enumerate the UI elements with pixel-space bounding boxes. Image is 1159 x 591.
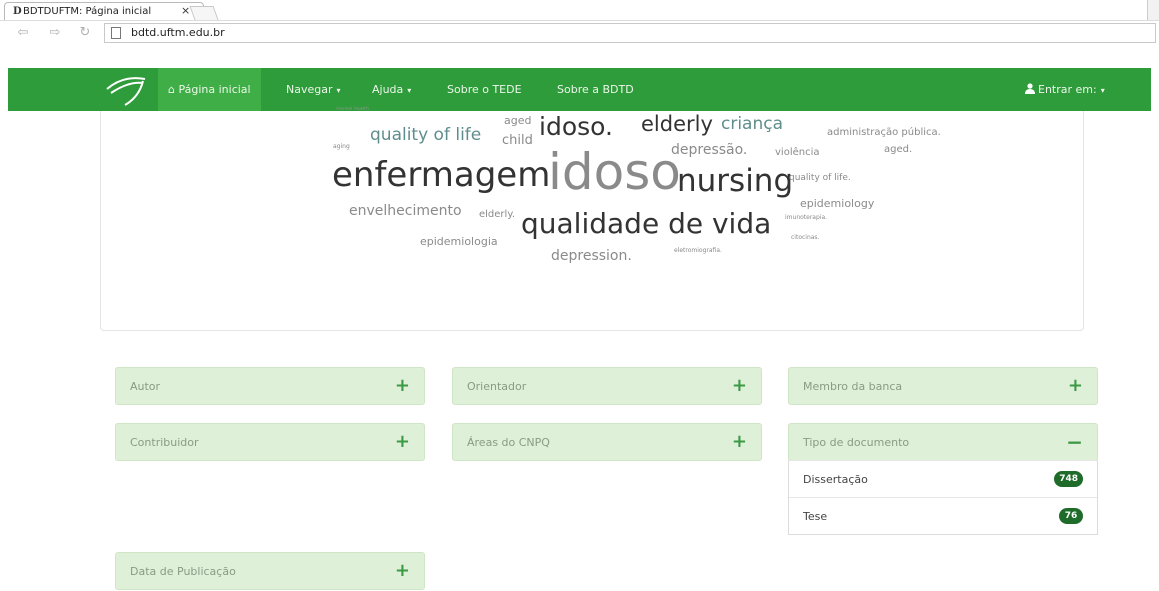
facet-label: Orientador: [467, 380, 527, 393]
window-control[interactable]: [1147, 0, 1159, 20]
back-arrow-icon[interactable]: ⇦: [14, 24, 32, 42]
site-navbar: ⌂ Página inicial Navegar ▾ Ajuda ▾ Sobre o…: [8, 68, 1151, 111]
facet-label: Data de Publicação: [130, 565, 236, 578]
chevron-down-icon: ▾: [1100, 86, 1105, 95]
facet-label: Autor: [130, 380, 161, 393]
forward-arrow-icon[interactable]: ⇨: [46, 24, 64, 42]
nav-home-label: Página inicial: [178, 83, 251, 96]
cloud-word[interactable]: eletromiografia.: [674, 248, 722, 254]
facet-tipo-documento[interactable]: Tipo de documento −: [788, 423, 1098, 461]
user-icon: [1025, 83, 1035, 94]
nav-login-dropdown[interactable]: Entrar em: ▾: [1025, 68, 1105, 111]
facet-label: Áreas do CNPQ: [467, 436, 550, 449]
count-badge: 76: [1059, 508, 1083, 524]
list-item[interactable]: Dissertação 748: [789, 460, 1097, 497]
cloud-word[interactable]: aged: [504, 115, 531, 126]
cloud-word[interactable]: administração pública.: [827, 128, 941, 138]
facet-membro-banca[interactable]: Membro da banca +: [788, 367, 1098, 405]
facet-item-label: Tese: [803, 510, 828, 523]
nav-browse-dropdown[interactable]: Navegar ▾: [286, 68, 341, 111]
new-tab-button[interactable]: [189, 6, 219, 20]
home-icon: ⌂: [168, 83, 175, 96]
cloud-word[interactable]: violência: [775, 148, 820, 158]
cloud-word[interactable]: elderly: [641, 114, 713, 135]
list-item[interactable]: Tese 76: [789, 497, 1097, 534]
cloud-word[interactable]: depressão.: [671, 143, 747, 157]
cloud-word[interactable]: child: [502, 134, 533, 147]
cloud-word[interactable]: enfermagem: [332, 158, 550, 192]
nav-browse-label: Navegar: [286, 83, 333, 96]
cloud-word[interactable]: idoso: [548, 147, 681, 197]
facet-data-publicacao[interactable]: Data de Publicação +: [115, 552, 425, 590]
expand-plus-icon[interactable]: +: [395, 375, 410, 396]
cloud-word[interactable]: envelhecimento: [349, 204, 462, 218]
nav-about-tede[interactable]: Sobre o TEDE: [447, 68, 522, 111]
cloud-word[interactable]: criança: [721, 116, 783, 133]
facet-tipo-documento-list: Dissertação 748 Tese 76: [788, 460, 1098, 535]
chevron-down-icon: ▾: [336, 86, 341, 95]
browser-tabstrip: D BDTDUFTM: Página inicial ×: [0, 0, 1159, 20]
facet-autor[interactable]: Autor +: [115, 367, 425, 405]
count-badge: 748: [1054, 471, 1083, 487]
facet-label: Contribuidor: [130, 436, 199, 449]
cloud-word[interactable]: epidemiology: [800, 198, 874, 209]
cloud-word[interactable]: aging: [333, 144, 350, 150]
address-url: bdtd.uftm.edu.br: [131, 26, 225, 39]
facet-item-label: Dissertação: [803, 473, 868, 486]
nav-home[interactable]: ⌂ Página inicial: [158, 68, 261, 111]
expand-plus-icon[interactable]: +: [732, 431, 747, 452]
expand-plus-icon[interactable]: +: [732, 375, 747, 396]
cloud-word[interactable]: elderly.: [479, 210, 515, 220]
nav-login-label: Entrar em:: [1038, 83, 1097, 96]
page-icon: [111, 27, 121, 39]
facet-areas-cnpq[interactable]: Áreas do CNPQ +: [452, 423, 762, 461]
cloud-word[interactable]: epidemiologia: [420, 236, 498, 247]
expand-plus-icon[interactable]: +: [395, 431, 410, 452]
cloud-word[interactable]: qualidade de vida: [521, 210, 771, 238]
facet-orientador[interactable]: Orientador +: [452, 367, 762, 405]
browser-tab[interactable]: D BDTDUFTM: Página inicial ×: [4, 2, 204, 20]
facet-contribuidor[interactable]: Contribuidor +: [115, 423, 425, 461]
nav-about-bdtd[interactable]: Sobre a BDTD: [557, 68, 634, 111]
facet-label: Tipo de documento: [803, 436, 910, 449]
site-logo-icon[interactable]: [103, 73, 149, 107]
cloud-word[interactable]: quality of life.: [789, 174, 851, 183]
cloud-word[interactable]: imunoterapia.: [785, 215, 827, 221]
cloud-word[interactable]: depression.: [551, 249, 632, 263]
tab-title: BDTDUFTM: Página inicial: [23, 6, 152, 17]
expand-plus-icon[interactable]: +: [1068, 375, 1083, 396]
facet-label: Membro da banca: [803, 380, 903, 393]
reload-icon[interactable]: ↻: [76, 24, 94, 42]
address-bar[interactable]: bdtd.uftm.edu.br: [104, 23, 1156, 43]
nav-help-dropdown[interactable]: Ajuda ▾: [372, 68, 411, 111]
nav-help-label: Ajuda: [372, 83, 404, 96]
cloud-word[interactable]: aged.: [884, 145, 912, 155]
browser-toolbar: ⇦ ⇨ ↻ bdtd.uftm.edu.br: [0, 20, 1159, 44]
chevron-down-icon: ▾: [407, 86, 412, 95]
expand-plus-icon[interactable]: +: [395, 560, 410, 581]
cloud-word[interactable]: quality of life: [370, 127, 481, 144]
word-cloud-panel: ᵐᵉⁿᵗᵃˡ ʰᵉᵃˡᵗʰ aged idoso. elderly crianç…: [100, 107, 1084, 331]
cloud-word[interactable]: citocinas.: [791, 235, 819, 241]
site-favicon-icon: D: [13, 6, 22, 17]
cloud-word-partial: ᵐᵉⁿᵗᵃˡ ʰᵉᵃˡᵗʰ: [336, 106, 369, 114]
cloud-word[interactable]: nursing: [677, 166, 793, 197]
collapse-minus-icon[interactable]: −: [1066, 430, 1083, 454]
cloud-word[interactable]: idoso.: [539, 114, 613, 139]
